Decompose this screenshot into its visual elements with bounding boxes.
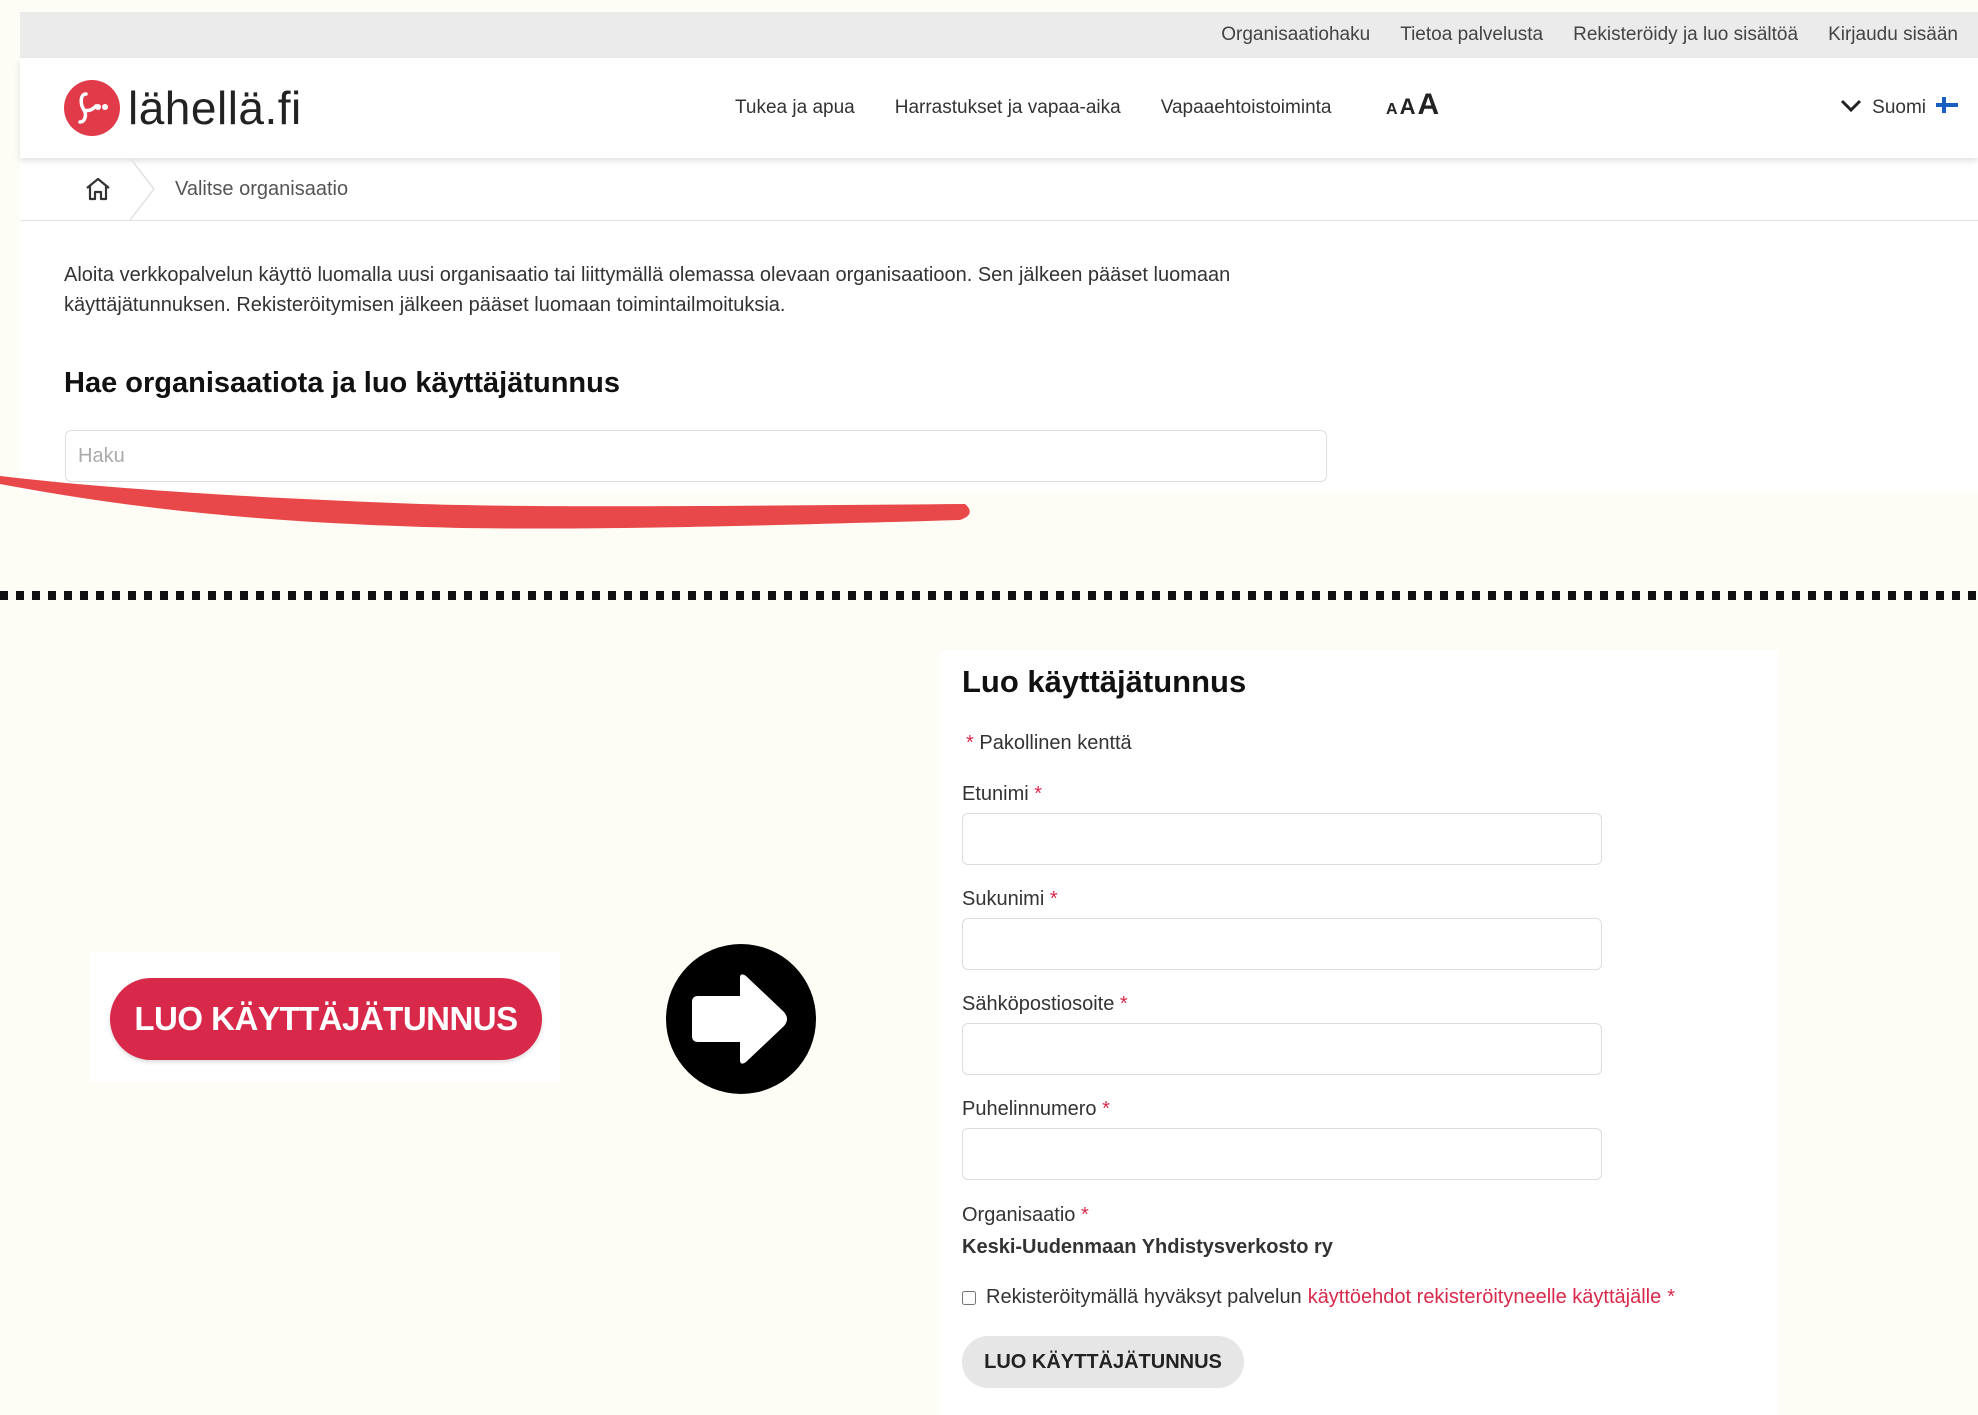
logo-text: lähellä.fi	[128, 82, 302, 134]
utility-link-tietoa[interactable]: Tietoa palvelusta	[1400, 24, 1543, 46]
nav-vapaaehtoistoiminta[interactable]: Vapaaehtoistoiminta	[1161, 97, 1332, 119]
email-label: Sähköpostiosoite *	[962, 993, 1128, 1016]
arrow-right-circle-icon	[666, 944, 816, 1094]
utility-link-rekisteroidy[interactable]: Rekisteröidy ja luo sisältöä	[1573, 24, 1798, 46]
last-name-label-text: Sukunimi	[962, 888, 1045, 910]
last-name-field[interactable]	[962, 918, 1602, 970]
required-asterisk: *	[1049, 888, 1058, 910]
required-note: * Pakollinen kenttä	[966, 732, 1132, 755]
required-asterisk: *	[1102, 1098, 1110, 1120]
organization-value: Keski-Uudenmaan Yhdistysverkosto ry	[962, 1236, 1333, 1258]
required-asterisk: *	[1034, 783, 1043, 805]
home-icon[interactable]	[84, 176, 112, 207]
utility-link-organisaatiohaku[interactable]: Organisaatiohaku	[1221, 24, 1370, 46]
finnish-flag-icon	[1936, 97, 1958, 119]
last-name-label: Sukunimi *	[962, 888, 1058, 911]
chevron-down-icon	[1840, 97, 1862, 119]
text-size-medium[interactable]: A	[1400, 94, 1416, 120]
nav-tukea[interactable]: Tukea ja apua	[735, 97, 855, 119]
site-logo[interactable]: lähellä.fi	[64, 80, 302, 136]
utility-link-kirjaudu[interactable]: Kirjaudu sisään	[1828, 24, 1958, 46]
breadcrumb: Valitse organisaatio	[20, 157, 1978, 221]
required-asterisk: *	[1667, 1286, 1676, 1308]
terms-prefix: Rekisteröitymällä hyväksyt palvelun	[986, 1286, 1302, 1308]
first-name-label: Etunimi *	[962, 783, 1042, 806]
terms-checkbox[interactable]	[962, 1290, 976, 1305]
search-heading: Hae organisaatiota ja luo käyttäjätunnus	[64, 367, 620, 399]
terms-link[interactable]: käyttöehdot rekisteröityneelle käyttäjäl…	[1308, 1286, 1662, 1309]
text-size-large[interactable]: A	[1417, 88, 1439, 122]
required-asterisk: *	[1080, 1204, 1089, 1226]
form-title: Luo käyttäjätunnus	[962, 664, 1247, 699]
text-size-small[interactable]: A	[1386, 101, 1398, 119]
main-nav: Tukea ja apua Harrastukset ja vapaa-aika…	[735, 58, 1331, 158]
phone-field[interactable]	[962, 1128, 1602, 1180]
site-screenshot: Organisaatiohaku Tietoa palvelusta Rekis…	[20, 12, 1978, 492]
required-note-text: Pakollinen kenttä	[979, 732, 1132, 754]
utility-nav: Organisaatiohaku Tietoa palvelusta Rekis…	[20, 12, 1978, 58]
nav-harrastukset[interactable]: Harrastukset ja vapaa-aika	[895, 97, 1121, 119]
first-name-field[interactable]	[962, 813, 1602, 865]
breadcrumb-separator	[128, 157, 158, 225]
logo-mark-icon	[64, 80, 120, 136]
text-size-controls: A A A	[1386, 88, 1439, 122]
required-asterisk: *	[966, 732, 974, 754]
email-label-text: Sähköpostiosoite	[962, 993, 1115, 1015]
submit-button[interactable]: LUO KÄYTTÄJÄTUNNUS	[962, 1336, 1244, 1388]
first-name-label-text: Etunimi	[962, 783, 1029, 805]
site-header: lähellä.fi Tukea ja apua Harrastukset ja…	[20, 58, 1978, 158]
organization-label-text: Organisaatio	[962, 1204, 1076, 1226]
intro-text: Aloita verkkopalvelun käyttö luomalla uu…	[64, 264, 1231, 316]
required-asterisk: *	[1119, 993, 1128, 1015]
organization-label: Organisaatio *	[962, 1204, 1089, 1227]
email-field[interactable]	[962, 1023, 1602, 1075]
red-marker-underline	[0, 476, 970, 529]
phone-label-text: Puhelinnumero	[962, 1098, 1097, 1120]
terms-row: Rekisteröitymällä hyväksyt palvelun käyt…	[962, 1286, 1675, 1309]
dotted-divider	[0, 591, 1978, 600]
breadcrumb-current: Valitse organisaatio	[175, 178, 349, 200]
language-selector[interactable]: Suomi	[1840, 58, 1958, 158]
create-account-cta-button[interactable]: LUO KÄYTTÄJÄTUNNUS	[110, 978, 542, 1060]
phone-label: Puhelinnumero *	[962, 1098, 1110, 1121]
language-label: Suomi	[1872, 97, 1926, 118]
